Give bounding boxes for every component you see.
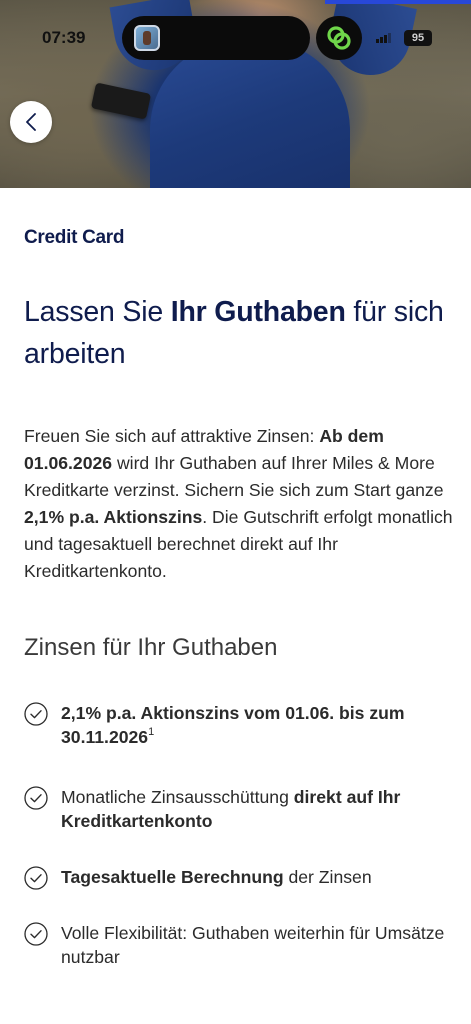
check-circle-icon [24,922,48,946]
benefit-text: Tagesaktuelle Berechnung der Zinsen [61,865,453,889]
intro-text: Freuen Sie sich auf attraktive Zinsen: [24,426,320,446]
section-title: Zinsen für Ihr Guthaben [24,634,278,661]
check-circle-icon [24,702,48,726]
benefit-normal: der Zinsen [283,867,372,887]
hero-shirt [150,40,350,188]
benefit-bold: 2,1% p.a. Aktionszins vom 01.06. bis zum… [61,703,405,747]
benefit-text: Volle Flexibilität: Guthaben weiterhin f… [61,921,453,969]
media-thumbnail-icon [134,25,160,51]
brand-title: Credit Card [24,227,125,248]
benefit-normal: Monatliche Zinsausschüttung [61,787,294,807]
benefit-text: 2,1% p.a. Aktionszins vom 01.06. bis zum… [61,701,453,749]
benefit-normal: Volle Flexibilität: Guthaben weiterhin f… [61,923,445,967]
check-circle-icon [24,786,48,810]
headline-text: Lassen Sie [24,296,171,328]
hero-phone-object [90,82,152,120]
hero-blue-strip [325,0,471,4]
page-headline: Lassen Sie Ihr Guthaben für sich arbeite… [24,291,454,375]
battery-icon: 95 [404,30,432,46]
intro-bold-rate: 2,1% p.a. Aktionszins [24,507,203,527]
linked-rings-icon[interactable] [316,16,362,60]
chevron-left-icon [26,113,36,131]
signal-icon [376,33,391,43]
footnote-marker[interactable]: 1 [148,726,154,738]
status-time: 07:39 [42,28,86,47]
intro-paragraph: Freuen Sie sich auf attraktive Zinsen: A… [24,423,454,585]
benefit-bold: Tagesaktuelle Berechnung [61,867,284,887]
benefit-text: Monatliche Zinsausschüttung direkt auf I… [61,785,453,833]
check-circle-icon [24,866,48,890]
headline-bold: Ihr Guthaben [170,296,346,328]
back-button[interactable] [10,101,52,143]
